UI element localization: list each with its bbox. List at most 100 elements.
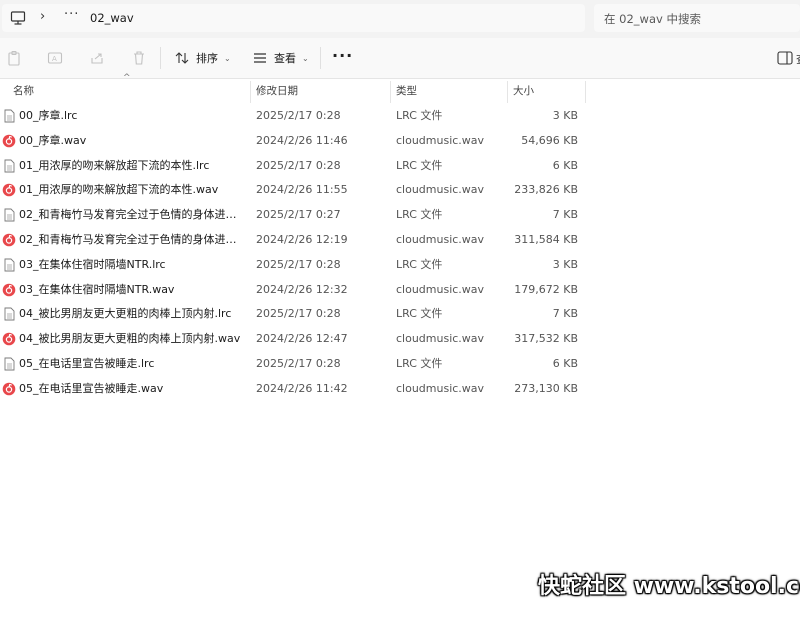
this-pc-icon[interactable] [10,10,26,26]
file-row[interactable]: 01_用浓厚的吻来解放超下流的本性.wav 2024/2/26 11:55 cl… [0,178,800,203]
breadcrumb-overflow-button[interactable]: ··· [64,7,79,22]
file-modified: 2025/2/17 0:28 [256,356,341,370]
breadcrumb-current-folder[interactable]: 02_wav [90,11,134,25]
share-icon[interactable] [89,50,105,66]
sort-ascending-icon: ^ [123,73,131,83]
column-divider[interactable] [390,81,391,103]
view-label: 查看 [274,52,296,65]
sort-icon [175,52,189,64]
file-size: 233,826 KB [514,183,578,197]
sort-label: 排序 [196,52,218,65]
rename-icon[interactable]: A [47,50,63,66]
file-list: 00_序章.lrc 2025/2/17 0:28 LRC 文件 3 KB 00_… [0,104,800,402]
file-name[interactable]: 01_用浓厚的吻来解放超下流的本性.lrc [19,154,209,179]
file-size: 317,532 KB [514,332,578,346]
file-modified: 2025/2/17 0:28 [256,257,341,271]
file-name[interactable]: 03_在集体住宿时隔墙NTR.wav [19,278,174,303]
column-divider[interactable] [585,81,586,103]
toolbar-divider [160,47,161,69]
file-size: 54,696 KB [521,133,578,147]
chevron-down-icon: ⌄ [302,53,309,63]
file-row[interactable]: 00_序章.wav 2024/2/26 11:46 cloudmusic.wav… [0,129,800,154]
file-type: cloudmusic.wav [396,133,485,147]
file-row[interactable]: 02_和青梅竹马发育完全过于色情的身体进行紧... 2025/2/17 0:27… [0,203,800,228]
details-label[interactable]: 查 [796,51,800,67]
view-button[interactable]: 查看 ⌄ [252,49,309,67]
column-header-name[interactable]: 名称 [13,79,34,103]
address-bar[interactable]: › ··· 02_wav [2,4,585,32]
column-header-size[interactable]: 大小 [513,79,534,103]
file-type: LRC 文件 [396,158,443,172]
file-size: 3 KB [552,109,578,122]
file-modified: 2025/2/17 0:28 [256,109,341,122]
file-row[interactable]: 00_序章.lrc 2025/2/17 0:28 LRC 文件 3 KB [0,104,800,129]
column-divider[interactable] [250,81,251,103]
file-size: 7 KB [552,307,578,321]
file-row[interactable]: 01_用浓厚的吻来解放超下流的本性.lrc 2025/2/17 0:28 LRC… [0,154,800,179]
file-row[interactable]: 05_在电话里宣告被睡走.lrc 2025/2/17 0:28 LRC 文件 6… [0,352,800,377]
file-row[interactable]: 04_被比男朋友更大更粗的肉棒上顶内射.wav 2024/2/26 12:47 … [0,327,800,352]
paste-icon[interactable] [6,50,22,66]
column-divider[interactable] [507,81,508,103]
file-type: cloudmusic.wav [396,282,485,296]
document-icon [4,357,15,371]
file-name[interactable]: 04_被比男朋友更大更粗的肉棒上顶内射.wav [19,327,240,352]
file-modified: 2024/2/26 12:19 [256,232,348,246]
netease-music-icon [2,283,16,296]
netease-music-icon [2,184,16,197]
file-name[interactable]: 00_序章.lrc [19,104,77,129]
file-name[interactable]: 04_被比男朋友更大更粗的肉棒上顶内射.lrc [19,302,231,327]
file-row[interactable]: 05_在电话里宣告被睡走.wav 2024/2/26 11:42 cloudmu… [0,377,800,402]
file-modified: 2024/2/26 12:32 [256,282,348,296]
netease-music-icon [2,134,16,148]
document-icon [4,109,15,123]
toolbar-divider [320,47,321,69]
file-type: LRC 文件 [396,208,443,222]
delete-icon[interactable] [131,50,147,66]
file-name[interactable]: 00_序章.wav [19,129,86,154]
document-icon [4,208,15,222]
file-row[interactable]: 02_和青梅竹马发育完全过于色情的身体进行紧... 2024/2/26 12:1… [0,228,800,253]
file-type: cloudmusic.wav [396,332,485,346]
svg-text:A: A [52,55,57,63]
file-name[interactable]: 01_用浓厚的吻来解放超下流的本性.wav [19,178,218,203]
file-name[interactable]: 02_和青梅竹马发育完全过于色情的身体进行紧... [19,203,245,228]
column-header-modified[interactable]: 修改日期 [256,79,298,103]
file-size: 6 KB [552,356,578,370]
column-header-row: ^ 名称 修改日期 类型 大小 [0,73,800,103]
chevron-down-icon: ⌄ [224,53,231,63]
file-modified: 2024/2/26 11:42 [256,381,348,395]
document-icon [4,307,15,321]
file-type: LRC 文件 [396,356,443,370]
document-icon [4,159,15,173]
file-name[interactable]: 02_和青梅竹马发育完全过于色情的身体进行紧... [19,228,245,253]
file-type: cloudmusic.wav [396,381,485,395]
sort-button[interactable]: 排序 ⌄ [174,49,231,67]
file-row[interactable]: 03_在集体住宿时隔墙NTR.wav 2024/2/26 12:32 cloud… [0,278,800,303]
command-bar: A 排序 ⌄ 查看 ⌄ ··· 查 [0,38,800,79]
address-area: › ··· 02_wav 在 02_wav 中搜索 [0,0,800,38]
netease-music-icon [2,382,16,396]
watermark: 快蛇社区 www.kstool.cc [538,574,800,599]
file-type: LRC 文件 [396,307,443,321]
file-size: 311,584 KB [514,232,578,246]
column-header-type[interactable]: 类型 [396,79,417,103]
file-size: 7 KB [552,208,578,222]
file-name[interactable]: 03_在集体住宿时隔墙NTR.lrc [19,253,166,278]
file-type: LRC 文件 [396,257,443,271]
file-modified: 2025/2/17 0:28 [256,158,341,172]
netease-music-icon [2,332,16,346]
file-modified: 2025/2/17 0:28 [256,307,341,321]
file-name[interactable]: 05_在电话里宣告被睡走.lrc [19,352,154,377]
file-row[interactable]: 03_在集体住宿时隔墙NTR.lrc 2025/2/17 0:28 LRC 文件… [0,253,800,278]
more-options-button[interactable]: ··· [332,46,353,65]
file-size: 3 KB [552,257,578,271]
file-name[interactable]: 05_在电话里宣告被睡走.wav [19,377,163,402]
file-row[interactable]: 04_被比男朋友更大更粗的肉棒上顶内射.lrc 2025/2/17 0:28 L… [0,302,800,327]
details-pane-icon[interactable] [777,51,793,65]
search-input[interactable]: 在 02_wav 中搜索 [594,4,800,32]
chevron-right-icon[interactable]: › [40,9,45,24]
file-type: LRC 文件 [396,109,443,122]
file-modified: 2025/2/17 0:27 [256,208,341,222]
file-modified: 2024/2/26 11:46 [256,133,348,147]
